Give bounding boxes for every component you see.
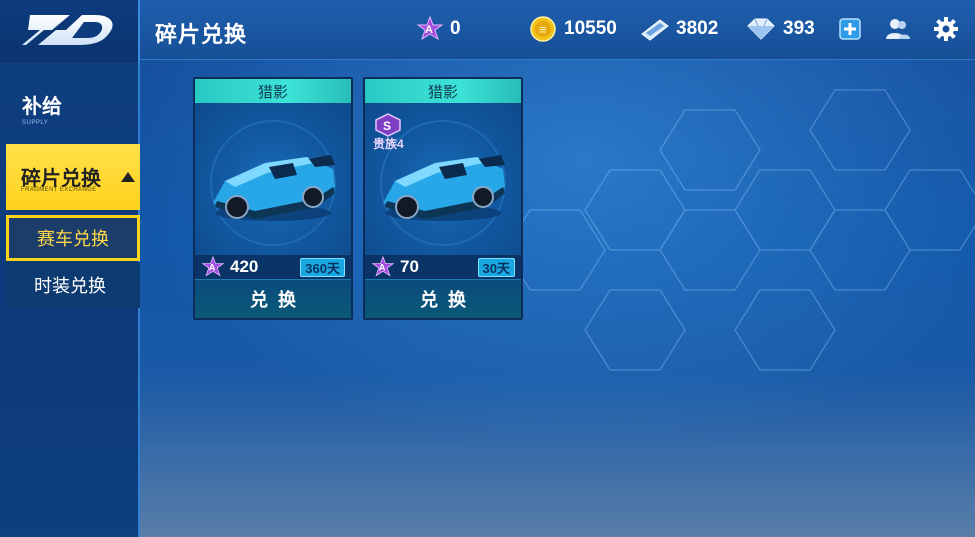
coin-value: 10550 — [564, 18, 617, 39]
svg-text:A: A — [209, 262, 216, 272]
ticket-stat: 3802 — [638, 16, 718, 42]
collapse-arrow-icon — [121, 172, 135, 182]
sidebar: 补给 SUPPLY 碎片兑换 FRAGMENT EXCHANGE 赛车兑换 时装… — [0, 62, 140, 537]
card-title: 猎影 — [365, 79, 521, 103]
duration-badge: 30天 — [477, 258, 515, 277]
svg-text:S: S — [383, 119, 391, 133]
svg-text:≡: ≡ — [539, 22, 547, 37]
car-image — [195, 103, 351, 255]
fragment-value: 0 — [450, 18, 461, 39]
card-title: 猎影 — [195, 79, 351, 103]
diamond-stat: 393 — [745, 16, 815, 42]
noble-s-icon: S — [375, 113, 401, 137]
purple-star-fragment-icon: A — [201, 256, 225, 277]
duration-badge: 360天 — [300, 258, 345, 277]
page-title: 碎片兑换 — [155, 22, 248, 47]
add-currency-button[interactable] — [836, 15, 864, 43]
supply-label: 补给 — [22, 96, 62, 118]
game-logo[interactable] — [0, 0, 140, 62]
svg-text:A: A — [425, 24, 433, 36]
ticket-value: 3802 — [676, 18, 719, 39]
fragment-exchange-sublabel: FRAGMENT EXCHANGE — [21, 187, 97, 193]
settings-button[interactable] — [932, 15, 960, 43]
svg-text:A: A — [379, 262, 386, 272]
gear-icon — [934, 17, 958, 41]
car-image: S 贵族4 — [365, 103, 521, 255]
diamond-value: 393 — [783, 18, 815, 39]
sidebar-item-fragment-exchange[interactable]: 碎片兑换 FRAGMENT EXCHANGE — [6, 144, 140, 210]
gold-coin-icon: ≡ — [530, 16, 556, 42]
race-car-icon — [210, 120, 336, 246]
diamond-icon — [747, 18, 775, 40]
price-value: 70 — [400, 257, 419, 276]
purple-star-fragment-icon: A — [371, 256, 395, 277]
exchange-card[interactable]: 猎影 S 贵族4 A 70 30天 兑换 — [363, 77, 523, 320]
exchange-button[interactable]: 兑换 — [365, 279, 521, 318]
zd-logo-icon — [22, 15, 113, 45]
friends-icon — [886, 19, 910, 39]
purple-star-fragment-icon: A — [416, 16, 444, 41]
top-bar: 碎片兑换 A 0 ≡ 10550 3802 393 — [0, 0, 975, 62]
fragment-stat: A 0 — [416, 16, 461, 42]
supply-sublabel: SUPPLY — [22, 120, 49, 126]
noble-rank-label: 贵族4 — [373, 137, 404, 151]
exchange-card[interactable]: 猎影 A 420 360天 兑换 — [193, 77, 353, 320]
sidebar-item-supply[interactable]: 补给 SUPPLY — [22, 90, 62, 126]
price-value: 420 — [230, 257, 259, 276]
friends-button[interactable] — [884, 15, 912, 43]
plus-icon — [839, 18, 861, 40]
noble-rank-badge: S 贵族4 — [373, 113, 409, 155]
ticket-icon — [641, 19, 669, 41]
sidebar-subitem-outfit-exchange[interactable]: 时装兑换 — [6, 262, 140, 308]
price-row: A 420 360天 — [195, 255, 351, 279]
price-row: A 70 30天 — [365, 255, 521, 279]
sidebar-subitem-car-exchange[interactable]: 赛车兑换 — [6, 215, 140, 261]
exchange-button[interactable]: 兑换 — [195, 279, 351, 318]
coin-stat: ≡ 10550 — [530, 16, 617, 42]
